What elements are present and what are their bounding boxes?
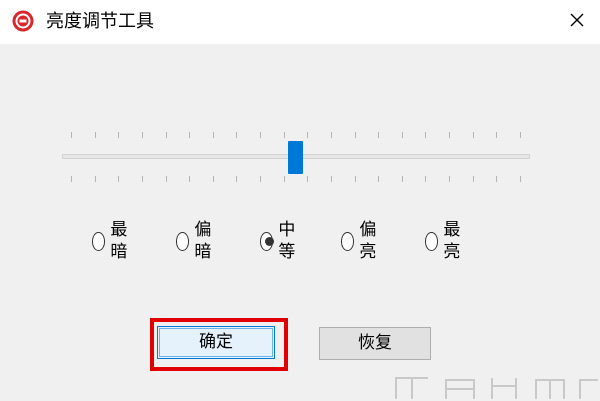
slider-tick (283, 132, 285, 138)
restore-button[interactable]: 恢复 (319, 327, 431, 360)
radio-button[interactable] (425, 231, 439, 251)
slider-tick (354, 132, 356, 138)
slider-tick (189, 132, 191, 138)
slider-tick (401, 132, 403, 138)
slider-tick (118, 132, 120, 138)
slider-tick (165, 176, 167, 182)
radio-button[interactable] (260, 231, 274, 251)
slider-tick (236, 132, 238, 138)
slider-tick (378, 132, 380, 138)
brightness-slider[interactable] (62, 130, 530, 186)
title-bar[interactable]: 亮度调节工具 (0, 0, 600, 44)
slider-tick (141, 176, 143, 182)
slider-ticks-top (62, 132, 530, 138)
slider-tick (307, 132, 309, 138)
slider-tick (496, 132, 498, 138)
slider-tick (212, 176, 214, 182)
slider-tick (189, 176, 191, 182)
radio-button[interactable] (176, 231, 190, 251)
slider-tick (260, 176, 262, 182)
slider-tick (472, 132, 474, 138)
window-title: 亮度调节工具 (46, 11, 154, 32)
confirm-button[interactable]: 确定 (157, 326, 275, 359)
close-button[interactable] (554, 0, 600, 44)
radio-brightest[interactable]: 最亮 (425, 220, 466, 262)
slider-tick (354, 176, 356, 182)
slider-tick (449, 176, 451, 182)
slider-tick (496, 176, 498, 182)
radio-brighter[interactable]: 偏亮 (341, 220, 382, 262)
slider-tick (425, 176, 427, 182)
radio-label: 最暗 (110, 220, 128, 262)
slider-tick (236, 176, 238, 182)
slider-tick (165, 132, 167, 138)
slider-tick (141, 132, 143, 138)
slider-tick (283, 176, 285, 182)
slider-thumb[interactable] (288, 141, 303, 174)
radio-medium[interactable]: 中等 (260, 220, 301, 262)
slider-ticks-bottom (62, 176, 530, 182)
slider-tick (378, 176, 380, 182)
radio-label: 偏暗 (194, 220, 212, 262)
close-icon (569, 12, 585, 32)
slider-tick (472, 176, 474, 182)
slider-tick (307, 176, 309, 182)
slider-tick (71, 176, 72, 182)
slider-tick (212, 132, 214, 138)
radio-dot (265, 236, 274, 246)
watermark-logo (388, 366, 600, 401)
slider-tick (401, 176, 403, 182)
app-logo-icon (12, 10, 34, 32)
radio-darkest[interactable]: 最暗 (92, 220, 133, 262)
radio-darker[interactable]: 偏暗 (176, 220, 217, 262)
radio-label: 最亮 (443, 220, 461, 262)
slider-tick (330, 176, 332, 182)
slider-tick (449, 132, 451, 138)
slider-tick (94, 132, 96, 138)
slider-tick (520, 132, 521, 138)
slider-tick (94, 176, 96, 182)
slider-tick (425, 132, 427, 138)
slider-tick (520, 176, 521, 182)
slider-tick (260, 132, 262, 138)
radio-button[interactable] (341, 231, 355, 251)
radio-label: 偏亮 (359, 220, 377, 262)
slider-tick (71, 132, 72, 138)
radio-button[interactable] (92, 231, 106, 251)
slider-tick (118, 176, 120, 182)
radio-label: 中等 (278, 220, 296, 262)
slider-tick (330, 132, 332, 138)
brightness-dialog: 亮度调节工具 最暗 偏暗 中等 偏亮 最亮 确定 恢复 (0, 0, 600, 401)
